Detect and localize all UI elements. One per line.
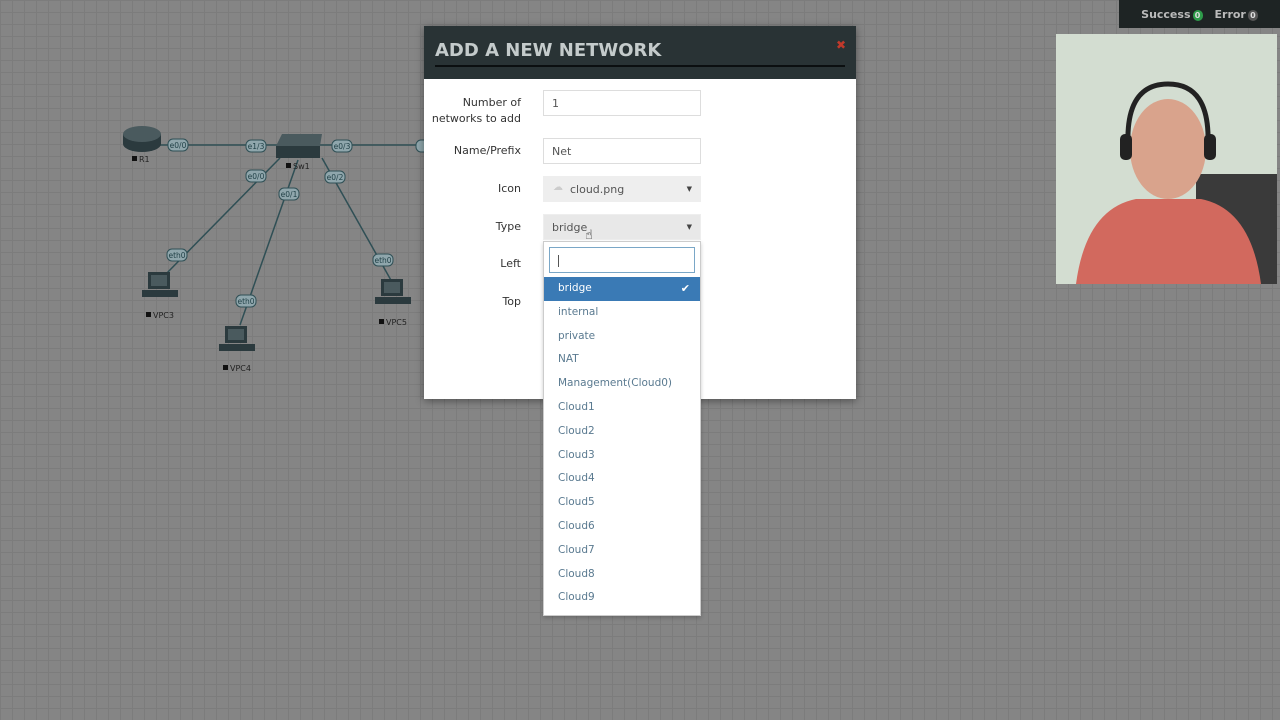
- notification-bar: Success 0 Error 0: [1119, 0, 1280, 28]
- interface-label: eth0: [166, 248, 188, 262]
- dropdown-option[interactable]: internal: [544, 301, 700, 325]
- svg-text:e0/1: e0/1: [281, 190, 298, 199]
- checkmark-icon: ✔: [680, 282, 690, 295]
- name-prefix-input[interactable]: Net: [543, 138, 701, 164]
- pc-icon[interactable]: [375, 279, 411, 304]
- svg-text:eth0: eth0: [374, 256, 391, 265]
- icon-label: Icon: [498, 182, 521, 195]
- dropdown-option[interactable]: Cloud2: [544, 420, 700, 444]
- dropdown-option[interactable]: Cloud8: [544, 563, 700, 587]
- error-counter[interactable]: Error 0: [1215, 8, 1258, 21]
- dropdown-option[interactable]: Cloud4: [544, 467, 700, 491]
- type-label: Type: [495, 220, 521, 233]
- type-dropdown: bridge ✔ internal private NAT Management(Clou…: [543, 241, 701, 616]
- router-icon[interactable]: [123, 126, 161, 152]
- dropdown-option[interactable]: private: [544, 325, 700, 349]
- svg-text:eth0: eth0: [237, 297, 254, 306]
- success-badge: 0: [1192, 9, 1203, 21]
- modal-header: ADD A NEW NETWORK ✖: [424, 26, 856, 79]
- dropdown-search-input[interactable]: [549, 247, 695, 273]
- pc-icon[interactable]: [142, 272, 178, 297]
- dropdown-option[interactable]: Cloud6: [544, 515, 700, 539]
- node-label-r1: R1: [139, 155, 150, 164]
- dropdown-option[interactable]: NAT: [544, 348, 700, 372]
- error-badge: 0: [1247, 9, 1258, 21]
- left-label: Left: [500, 257, 521, 270]
- dropdown-option[interactable]: bridge ✔: [544, 277, 700, 301]
- svg-text:e0/2: e0/2: [327, 173, 344, 182]
- top-label: Top: [502, 295, 521, 308]
- dropdown-option[interactable]: Cloud1: [544, 396, 700, 420]
- dropdown-option[interactable]: Cloud7: [544, 539, 700, 563]
- svg-text:e0/3: e0/3: [334, 142, 351, 151]
- count-label: Number of networks to add: [431, 96, 521, 125]
- node-label-vpc3: VPC3: [153, 311, 174, 320]
- dropdown-option[interactable]: Management(Cloud0): [544, 372, 700, 396]
- type-select[interactable]: bridge ▼: [543, 214, 701, 240]
- success-counter[interactable]: Success 0: [1141, 8, 1203, 21]
- svg-text:eth0: eth0: [168, 251, 185, 260]
- switch-icon[interactable]: [276, 134, 322, 158]
- cloud-icon: ☁: [553, 182, 563, 193]
- chevron-down-icon: ▼: [686, 185, 692, 193]
- svg-text:e1/3: e1/3: [248, 142, 265, 151]
- interface-label: eth0: [235, 294, 257, 308]
- close-icon[interactable]: ✖: [836, 38, 846, 52]
- interface-label: e0/2: [324, 170, 346, 184]
- pc-icon[interactable]: [219, 326, 255, 351]
- interface-label: eth0: [372, 253, 394, 267]
- dropdown-option[interactable]: Cloud9: [544, 586, 700, 610]
- icon-select[interactable]: ☁ cloud.png ▼: [543, 176, 701, 202]
- count-input[interactable]: 1: [543, 90, 701, 116]
- webcam-video: [1056, 34, 1277, 284]
- dropdown-option[interactable]: Cloud5: [544, 491, 700, 515]
- interface-label: e0/0: [245, 169, 267, 183]
- chevron-down-icon: ▼: [686, 223, 692, 231]
- interface-label: e0/0: [167, 138, 189, 152]
- modal-title: ADD A NEW NETWORK: [435, 40, 845, 67]
- hand-cursor-icon: ☝: [585, 228, 593, 243]
- svg-text:e0/0: e0/0: [248, 172, 265, 181]
- interface-label: e0/3: [331, 139, 353, 153]
- node-label-vpc5: VPC5: [386, 318, 407, 327]
- node-label-vpc4: VPC4: [230, 364, 251, 373]
- name-label: Name/Prefix: [453, 144, 521, 157]
- topology-canvas[interactable]: e0/0e1/3e0/3e0/0e0/1e0/2eth0eth0eth0e R1…: [0, 0, 430, 380]
- interface-label: e1/3: [245, 139, 267, 153]
- node-label-sw1: Sw1: [293, 162, 310, 171]
- dropdown-option[interactable]: Cloud3: [544, 444, 700, 468]
- svg-text:e0/0: e0/0: [170, 141, 187, 150]
- interface-label: e0/1: [278, 187, 300, 201]
